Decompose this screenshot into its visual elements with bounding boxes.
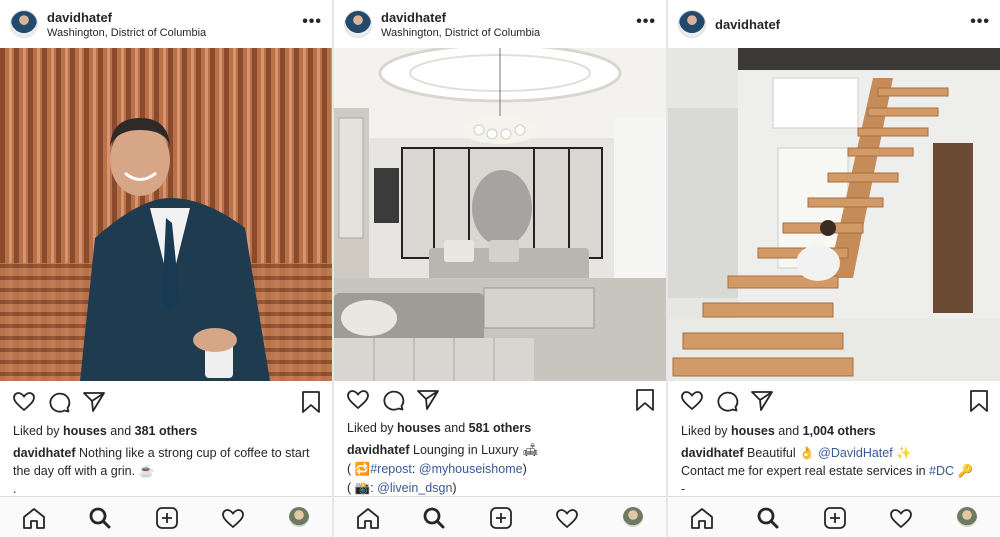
caption-text: Lounging in Luxury 🛋 (413, 443, 538, 457)
liked-by-label: Liked by (681, 424, 728, 438)
post-caption: davidhatef Beautiful 👌 @DavidHatef ✨ Con… (681, 444, 986, 498)
liked-by-others[interactable]: 581 others (469, 421, 532, 435)
caption-line2-colon: : (411, 462, 416, 476)
liked-by-others[interactable]: 1,004 others (803, 424, 876, 438)
caption-more: . (13, 482, 17, 496)
liked-by-and: and (110, 424, 132, 438)
add-icon[interactable] (489, 507, 513, 529)
mention-link[interactable]: @livein_dsgn (377, 481, 452, 495)
post-actions (668, 387, 1000, 417)
liked-by-and: and (444, 421, 466, 435)
portrait-photo-image (0, 48, 332, 381)
add-icon[interactable] (155, 507, 179, 529)
post-username[interactable]: davidhatef (47, 10, 112, 25)
post-actions (0, 388, 332, 418)
heart-icon[interactable] (12, 390, 36, 414)
liked-by-and: and (778, 424, 800, 438)
caption-emoji: 🔑 (957, 464, 974, 478)
caption-line2-close: ) (522, 462, 527, 476)
liked-by-label: Liked by (13, 424, 60, 438)
heart-icon[interactable] (680, 389, 704, 413)
home-icon[interactable] (356, 507, 380, 529)
liked-by-user[interactable]: houses (731, 424, 775, 438)
post-username[interactable]: davidhatef (715, 17, 780, 32)
caption-line3: - (681, 482, 686, 496)
home-icon[interactable] (690, 507, 714, 529)
liked-by-label: Liked by (347, 421, 394, 435)
likes-summary[interactable]: Liked by houses and 1,004 others (681, 424, 876, 438)
more-options-icon[interactable]: ••• (636, 13, 656, 31)
profile-avatar[interactable] (289, 507, 309, 527)
post-location[interactable]: Washington, District of Columbia (47, 27, 206, 39)
caption-username[interactable]: davidhatef (347, 443, 410, 457)
caption-line2-open: ( 🔁 (347, 462, 371, 476)
post-location[interactable]: Washington, District of Columbia (381, 27, 540, 39)
post-photo[interactable] (668, 48, 1000, 381)
heart-icon[interactable] (346, 388, 370, 412)
search-icon[interactable] (756, 507, 780, 529)
bookmark-icon[interactable] (968, 389, 990, 413)
post-header: davidhatef Washington, District of Colum… (334, 0, 666, 48)
share-icon[interactable] (750, 389, 774, 413)
more-options-icon[interactable]: ••• (302, 13, 322, 31)
staircase-photo-image (668, 48, 1000, 381)
more-options-icon[interactable]: ••• (970, 13, 990, 31)
profile-avatar[interactable] (957, 507, 977, 527)
bottom-nav (334, 496, 666, 537)
caption-line2: Contact me for expert real estate servic… (681, 464, 926, 478)
post-header: davidhatef ••• (668, 0, 1000, 48)
hashtag-link[interactable]: #DC (929, 464, 954, 478)
activity-heart-icon[interactable] (889, 507, 913, 529)
post-actions (334, 386, 666, 416)
bookmark-icon[interactable] (634, 388, 656, 412)
liked-by-others[interactable]: 381 others (135, 424, 198, 438)
post-panel-2: davidhatef Washington, District of Colum… (334, 0, 666, 537)
home-icon[interactable] (22, 507, 46, 529)
comment-icon[interactable] (715, 389, 739, 413)
avatar[interactable] (678, 10, 706, 38)
bottom-nav (668, 496, 1000, 537)
add-icon[interactable] (823, 507, 847, 529)
avatar[interactable] (344, 10, 372, 38)
mention-link[interactable]: @myhouseishome (419, 462, 523, 476)
comment-icon[interactable] (47, 390, 71, 414)
caption-line3-close: ) (452, 481, 457, 495)
liked-by-user[interactable]: houses (397, 421, 441, 435)
bookmark-icon[interactable] (300, 390, 322, 414)
post-panel-3: davidhatef ••• Liked by houses and 1,004… (668, 0, 1000, 537)
share-icon[interactable] (82, 390, 106, 414)
post-photo[interactable] (334, 48, 666, 381)
search-icon[interactable] (422, 507, 446, 529)
caption-username[interactable]: davidhatef (13, 446, 76, 460)
mention-link[interactable]: @DavidHatef (818, 446, 893, 460)
living-room-photo-image (334, 48, 666, 381)
activity-heart-icon[interactable] (555, 507, 579, 529)
search-icon[interactable] (88, 507, 112, 529)
likes-summary[interactable]: Liked by houses and 581 others (347, 421, 531, 435)
post-photo[interactable] (0, 48, 332, 381)
post-header: davidhatef Washington, District of Colum… (0, 0, 332, 48)
share-icon[interactable] (416, 388, 440, 412)
hashtag-link[interactable]: #repost (370, 462, 412, 476)
liked-by-user[interactable]: houses (63, 424, 107, 438)
caption-username[interactable]: davidhatef (681, 446, 744, 460)
activity-heart-icon[interactable] (221, 507, 245, 529)
post-username[interactable]: davidhatef (381, 10, 446, 25)
profile-avatar[interactable] (623, 507, 643, 527)
avatar[interactable] (10, 10, 38, 38)
comment-icon[interactable] (381, 388, 405, 412)
caption-text: Beautiful 👌 (747, 446, 815, 460)
bottom-nav (0, 496, 332, 537)
post-panel-1: davidhatef Washington, District of Colum… (0, 0, 332, 537)
caption-emoji: ✨ (896, 446, 912, 460)
caption-line3-open: ( 📸: (347, 481, 374, 495)
likes-summary[interactable]: Liked by houses and 381 others (13, 424, 197, 438)
post-caption: davidhatef Nothing like a strong cup of … (13, 444, 318, 498)
post-caption: davidhatef Lounging in Luxury 🛋 ( 🔁#repo… (347, 441, 652, 498)
